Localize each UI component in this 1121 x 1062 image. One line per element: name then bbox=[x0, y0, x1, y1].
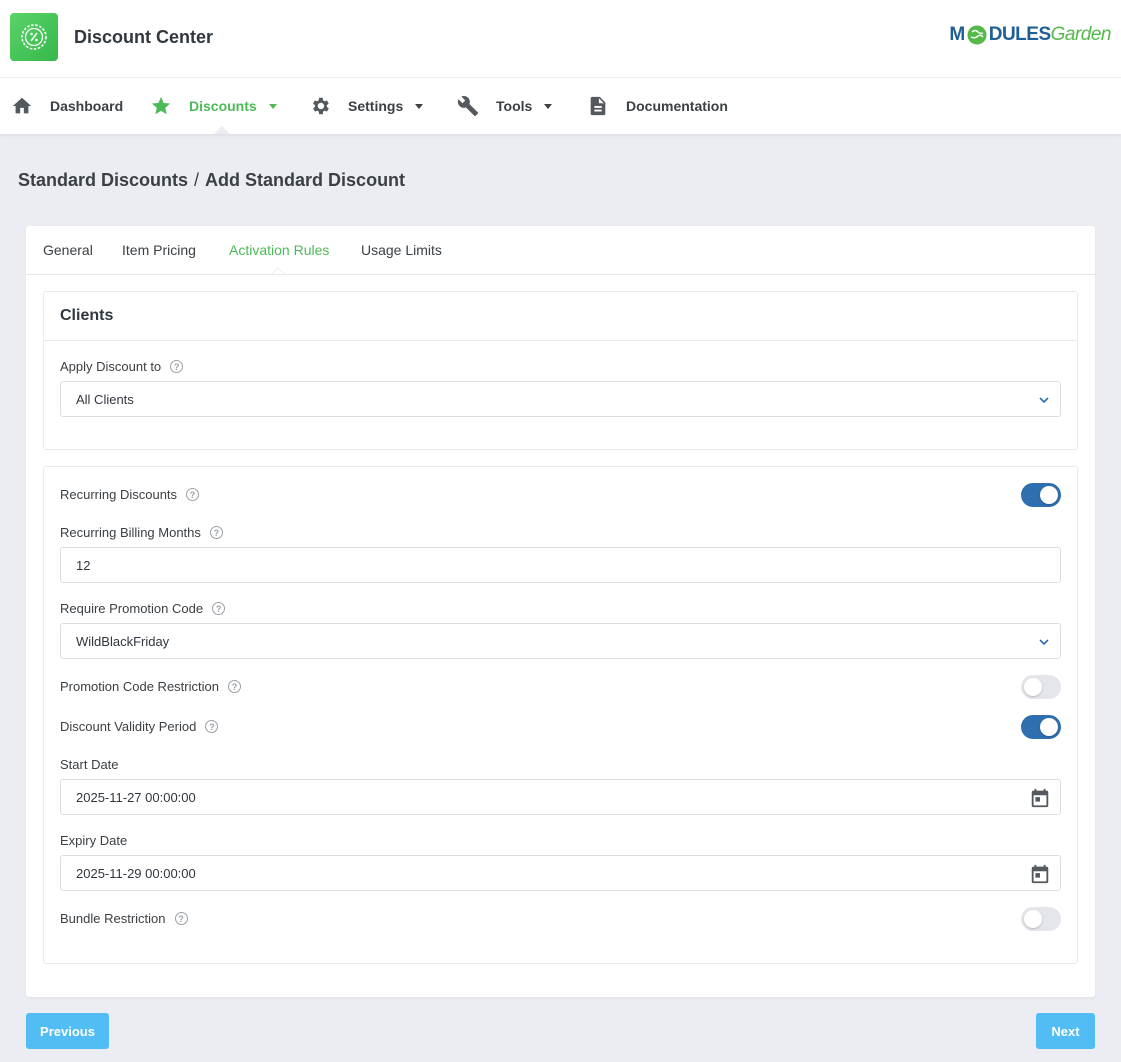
star-icon bbox=[150, 95, 172, 117]
app-title: Discount Center bbox=[74, 27, 214, 47]
chevron-down-icon bbox=[544, 103, 553, 109]
nav-settings-label: Settings bbox=[348, 98, 404, 114]
help-icon[interactable]: ? bbox=[227, 680, 241, 693]
start-date-label: Start Date bbox=[60, 757, 119, 772]
breadcrumb-current: Add Standard Discount bbox=[205, 170, 406, 190]
modulesgarden-logo: M DULES Garden bbox=[949, 24, 1111, 45]
expiry-date-input[interactable]: 2025-11-29 00:00:00 bbox=[60, 855, 1061, 891]
help-icon[interactable]: ? bbox=[174, 912, 188, 925]
promotion-code-value: WildBlackFriday bbox=[76, 633, 170, 649]
activation-rules-panel: Recurring Discounts? Recurring Billing M… bbox=[43, 466, 1078, 964]
document-icon bbox=[587, 95, 609, 117]
calendar-icon[interactable] bbox=[1029, 863, 1051, 885]
bundle-restriction-toggle[interactable] bbox=[1021, 907, 1061, 931]
start-date-value: 2025-11-27 00:00:00 bbox=[76, 789, 196, 805]
gear-icon bbox=[309, 95, 331, 117]
discount-validity-period-label: Discount Validity Period? bbox=[60, 719, 219, 734]
expiry-date-label: Expiry Date bbox=[60, 833, 128, 848]
help-icon[interactable]: ? bbox=[205, 720, 219, 733]
apply-discount-value: All Clients bbox=[76, 391, 134, 407]
billing-months-value: 12 bbox=[76, 557, 91, 573]
tab-usage-limits[interactable]: Usage Limits bbox=[361, 242, 442, 258]
chevron-down-icon bbox=[268, 103, 277, 109]
active-nav-pointer bbox=[214, 126, 230, 134]
help-icon[interactable]: ? bbox=[212, 602, 226, 615]
breadcrumb-parent[interactable]: Standard Discounts bbox=[18, 170, 188, 190]
help-icon[interactable]: ? bbox=[209, 526, 223, 539]
recurring-billing-months-input[interactable]: 12 bbox=[60, 547, 1061, 583]
nav-tools[interactable]: Tools bbox=[457, 78, 553, 134]
top-header: Discount Center M DULES Garden bbox=[0, 0, 1121, 78]
chevron-down-icon bbox=[1039, 639, 1049, 646]
apply-discount-select[interactable]: All Clients bbox=[60, 381, 1061, 417]
nav-tools-label: Tools bbox=[496, 98, 533, 114]
home-icon bbox=[11, 95, 33, 117]
next-button[interactable]: Next bbox=[1036, 1013, 1095, 1049]
calendar-icon[interactable] bbox=[1029, 787, 1051, 809]
clients-panel-title: Clients bbox=[44, 292, 1077, 341]
chevron-down-icon bbox=[415, 103, 424, 109]
promotion-code-select[interactable]: WildBlackFriday bbox=[60, 623, 1061, 659]
recurring-discounts-toggle[interactable] bbox=[1021, 483, 1061, 507]
wrench-icon bbox=[457, 95, 479, 117]
promotion-code-restriction-toggle[interactable] bbox=[1021, 675, 1061, 699]
tab-item-pricing[interactable]: Item Pricing bbox=[122, 242, 196, 258]
require-promotion-code-label: Require Promotion Code? bbox=[60, 601, 226, 616]
nav-discounts-label: Discounts bbox=[189, 98, 257, 114]
breadcrumb: Standard Discounts / Add Standard Discount bbox=[18, 170, 405, 191]
tab-activation-rules[interactable]: Activation Rules bbox=[229, 242, 329, 258]
clients-panel: Clients Apply Discount to? All Clients bbox=[43, 291, 1078, 450]
discount-validity-period-toggle[interactable] bbox=[1021, 715, 1061, 739]
promotion-code-restriction-label: Promotion Code Restriction? bbox=[60, 679, 241, 694]
bundle-restriction-label: Bundle Restriction? bbox=[60, 911, 188, 926]
recurring-billing-months-label: Recurring Billing Months? bbox=[60, 525, 223, 540]
start-date-input[interactable]: 2025-11-27 00:00:00 bbox=[60, 779, 1061, 815]
breadcrumb-separator: / bbox=[194, 170, 200, 190]
nav-dashboard[interactable]: Dashboard bbox=[11, 78, 123, 134]
discount-badge-icon[interactable] bbox=[10, 13, 58, 61]
previous-button[interactable]: Previous bbox=[26, 1013, 109, 1049]
nav-documentation-label: Documentation bbox=[626, 98, 728, 114]
globe-icon bbox=[967, 25, 987, 45]
help-icon[interactable]: ? bbox=[170, 360, 184, 373]
main-navigation: Dashboard Discounts Settings Tools Docum… bbox=[0, 78, 1121, 134]
apply-discount-label: Apply Discount to? bbox=[60, 359, 184, 374]
nav-settings[interactable]: Settings bbox=[309, 78, 424, 134]
chevron-down-icon bbox=[1039, 397, 1049, 404]
tab-general[interactable]: General bbox=[43, 242, 93, 258]
help-icon[interactable]: ? bbox=[186, 488, 200, 501]
recurring-discounts-label: Recurring Discounts? bbox=[60, 487, 200, 502]
active-tab-pointer bbox=[271, 267, 285, 274]
discount-form-card: General Item Pricing Activation Rules Us… bbox=[26, 226, 1095, 997]
nav-documentation[interactable]: Documentation bbox=[587, 78, 728, 134]
form-tabs: General Item Pricing Activation Rules Us… bbox=[26, 226, 1095, 275]
nav-dashboard-label: Dashboard bbox=[50, 98, 124, 114]
expiry-date-value: 2025-11-29 00:00:00 bbox=[76, 865, 196, 881]
